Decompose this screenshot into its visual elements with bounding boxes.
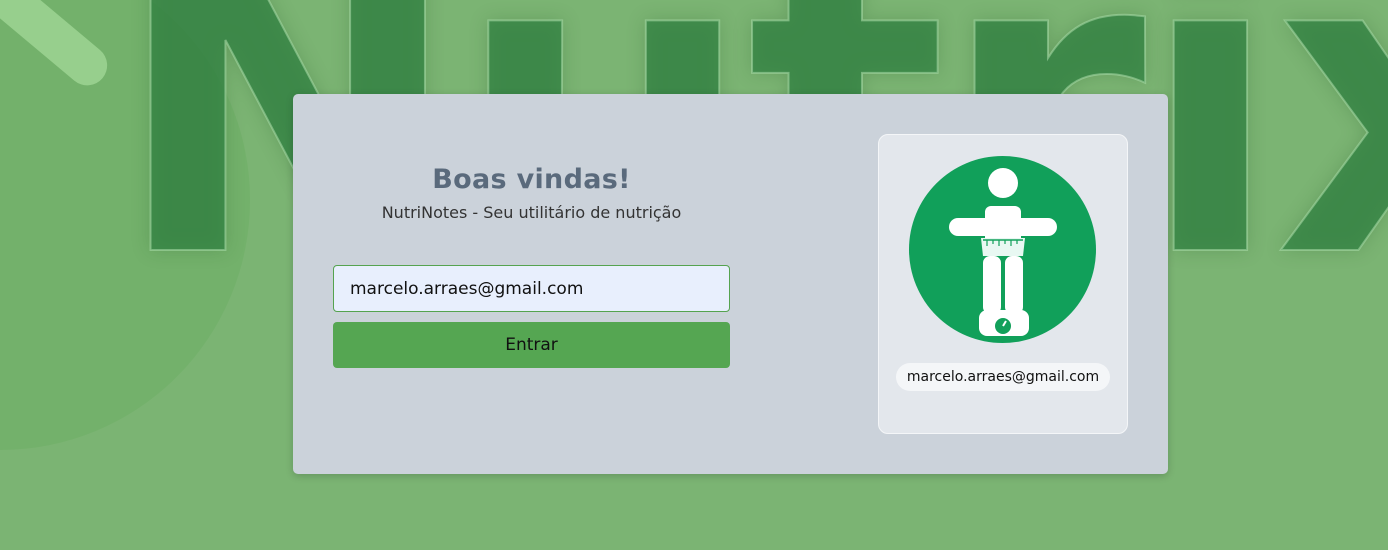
profile-card: marcelo.arraes@gmail.com — [878, 134, 1128, 434]
enter-button[interactable]: Entrar — [333, 322, 730, 368]
welcome-title: Boas vindas! — [432, 164, 631, 195]
email-input[interactable] — [333, 265, 730, 312]
person-on-scale-icon — [909, 156, 1096, 343]
app-subtitle: NutriNotes - Seu utilitário de nutrição — [381, 203, 682, 222]
profile-email-badge: marcelo.arraes@gmail.com — [896, 363, 1110, 391]
login-card: Boas vindas! NutriNotes - Seu utilitário… — [293, 94, 1168, 474]
